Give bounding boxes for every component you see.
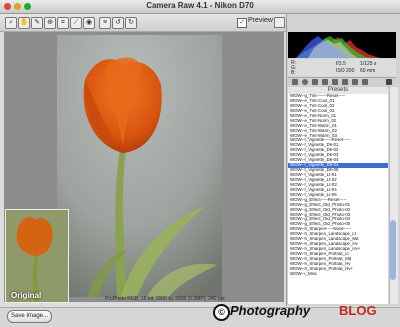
camera-raw-window: Camera Raw 4.1 - Nikon D70 ⌕ ✋ ✎ ⊕ ⌗ ⟋ ◉… [0, 0, 400, 327]
camera-readout: R: G: B: f/3.5 1/125 s ISO 200 60 mm [288, 59, 396, 76]
lens-tab-icon[interactable] [342, 79, 348, 85]
preset-item[interactable]: WOW--i_Misc [288, 272, 388, 277]
shutter-value: 1/125 s [360, 61, 377, 67]
detail-tab-icon[interactable] [312, 79, 318, 85]
watermark-blog: BLOG [339, 303, 377, 318]
eyedropper-tool-icon[interactable]: ✎ [31, 17, 43, 29]
rotate-cw-icon[interactable]: ↻ [125, 17, 137, 29]
rotate-ccw-icon[interactable]: ↺ [112, 17, 124, 29]
tulip-photo [57, 35, 222, 297]
panel-menu-icon[interactable] [386, 79, 392, 85]
list-tool-icon[interactable]: ≡ [99, 17, 111, 29]
presets-list[interactable]: WOW--g_Tint-------Reset----- WOW--e_Tint… [288, 94, 388, 304]
focal-length-value: 60 mm [360, 68, 376, 74]
presets-tab-icon[interactable] [362, 79, 368, 85]
scrollbar-thumb[interactable] [390, 220, 396, 280]
thumbnail-label: Original [11, 291, 42, 300]
split-toning-tab-icon[interactable] [332, 79, 338, 85]
redeye-tool-icon[interactable]: ◉ [83, 17, 95, 29]
hsl-tab-icon[interactable] [322, 79, 328, 85]
target-tool-icon[interactable]: ⊕ [44, 17, 56, 29]
histogram [288, 32, 396, 58]
window-title: Camera Raw 4.1 - Nikon D70 [146, 1, 254, 10]
iso-value: ISO 200 [336, 68, 355, 74]
b-label: B: [291, 70, 296, 76]
preview-label: Preview [248, 17, 273, 24]
copyright-mark: © [213, 304, 230, 321]
save-image-button[interactable]: Save Image... [7, 310, 52, 323]
calibration-tab-icon[interactable] [352, 79, 358, 85]
original-thumbnail [5, 209, 69, 303]
zoom-tool-icon[interactable]: ⌕ [5, 17, 17, 29]
straighten-tool-icon[interactable]: ⟋ [70, 17, 82, 29]
watermark-photography: Photography [230, 303, 311, 318]
preview-checkbox[interactable]: ✓ [237, 18, 247, 28]
image-status-text[interactable]: ProPhoto RGB; 16 bit; 2000 by 3008 (6.0M… [105, 296, 225, 302]
tone-curve-tab-icon[interactable] [302, 79, 308, 85]
aperture-value: f/3.5 [336, 61, 346, 67]
fullscreen-icon[interactable] [274, 17, 285, 28]
basic-tab-icon[interactable] [292, 79, 298, 85]
title-bar: Camera Raw 4.1 - Nikon D70 [0, 0, 400, 14]
hand-tool-icon[interactable]: ✋ [18, 17, 30, 29]
crop-tool-icon[interactable]: ⌗ [57, 17, 69, 29]
